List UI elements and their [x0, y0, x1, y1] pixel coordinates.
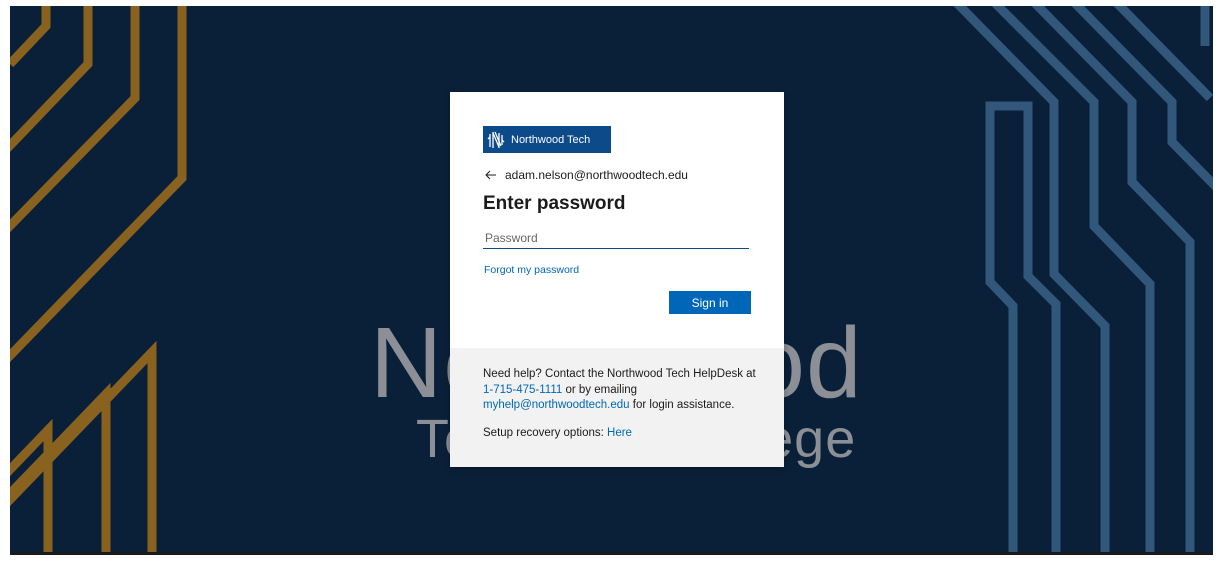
logo-text: Northwood Tech: [511, 133, 591, 146]
back-arrow-icon[interactable]: [485, 169, 499, 181]
page-title: Enter password: [483, 193, 626, 214]
helpdesk-email-link[interactable]: myhelp@northwoodtech.edu: [483, 399, 630, 411]
help-text-middle: or by emailing: [562, 383, 638, 396]
northwood-tech-logo-icon: [483, 126, 509, 153]
help-text: Need help? Contact the Northwood Tech He…: [483, 367, 763, 414]
helpdesk-phone-link[interactable]: 1-715-475-1111: [483, 384, 562, 396]
northwood-tech-logo: Northwood Tech: [483, 126, 611, 153]
forgot-password-link[interactable]: Forgot my password: [484, 264, 579, 276]
help-text-prefix: Need help? Contact the Northwood Tech He…: [483, 368, 756, 380]
account-identity: adam.nelson@northwoodtech.edu: [485, 168, 688, 182]
account-email: adam.nelson@northwoodtech.edu: [505, 168, 688, 182]
sign-in-card: Northwood Tech adam.nelson@northwoodtech…: [450, 92, 784, 467]
window-bottom-border: [10, 552, 1213, 555]
sign-in-form: Northwood Tech adam.nelson@northwoodtech…: [450, 92, 784, 348]
help-section: Need help? Contact the Northwood Tech He…: [450, 348, 784, 467]
password-input[interactable]: [483, 227, 749, 249]
sign-in-button[interactable]: Sign in: [669, 291, 751, 314]
recovery-options-link[interactable]: Here: [607, 427, 632, 439]
recovery-label: Setup recovery options:: [483, 427, 608, 439]
recovery-options: Setup recovery options: Here: [483, 426, 632, 442]
help-text-suffix: for login assistance.: [629, 399, 735, 411]
